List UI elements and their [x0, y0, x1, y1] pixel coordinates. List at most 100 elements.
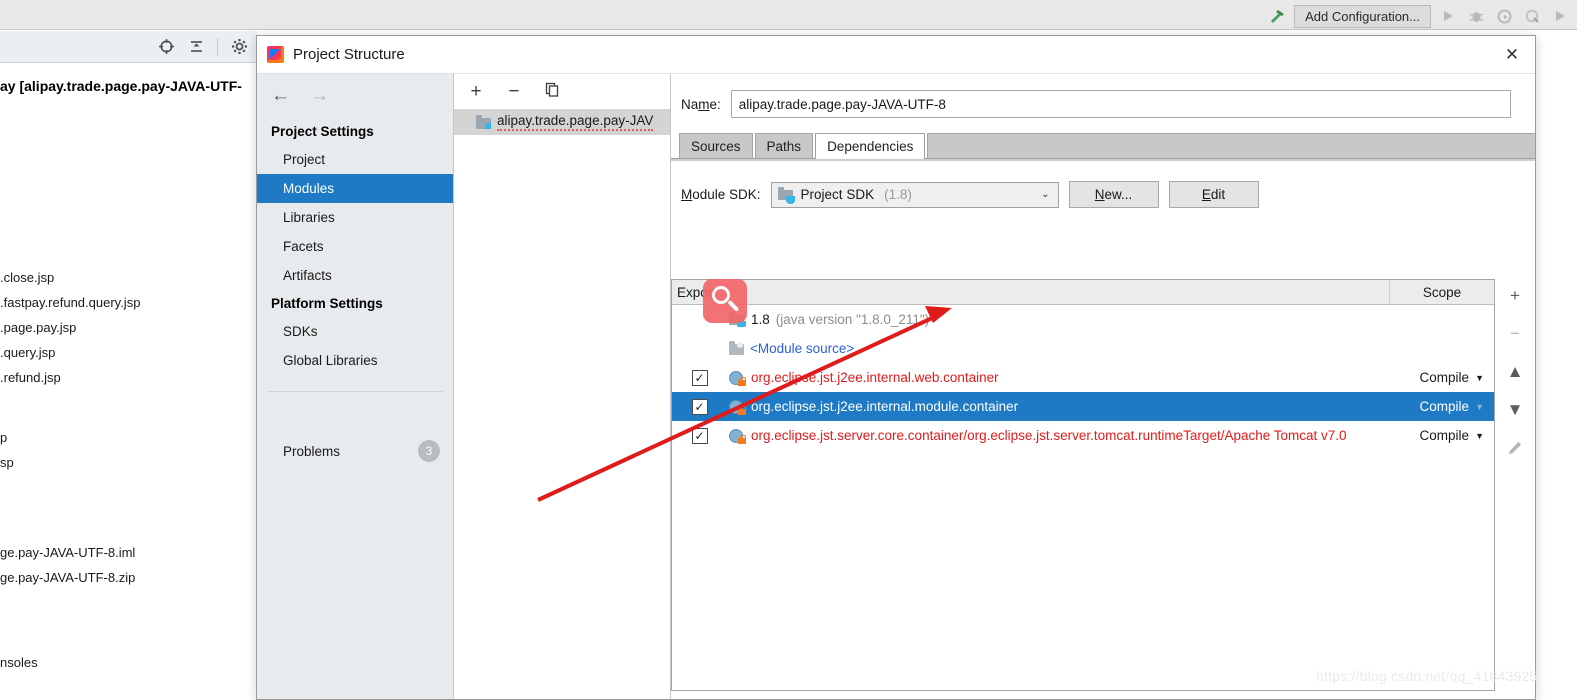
- magnifier-handle: [727, 299, 740, 312]
- table-row[interactable]: ✓ org.eclipse.jst.server.core.container/…: [672, 421, 1494, 450]
- dependency-name-cell: org.eclipse.jst.j2ee.internal.module.con…: [727, 399, 1390, 415]
- scope-cell[interactable]: Compile ▼: [1390, 399, 1494, 414]
- dependencies-table-header: Export Scope: [672, 280, 1494, 305]
- table-row[interactable]: 1.8 (java version "1.8.0_211"): [672, 305, 1494, 334]
- add-configuration-button[interactable]: Add Configuration...: [1294, 4, 1431, 28]
- chevron-down-icon: ▼: [1475, 430, 1484, 441]
- ide-top-toolbar: Add Configuration...: [0, 0, 1577, 30]
- scope-cell[interactable]: Compile ▼: [1390, 370, 1494, 385]
- tab-dependencies[interactable]: Dependencies: [815, 133, 926, 159]
- locate-target-icon[interactable]: [157, 38, 175, 56]
- profile-icon[interactable]: [1521, 5, 1543, 27]
- hammer-icon[interactable]: [1266, 5, 1288, 27]
- sidebar-item-sdks[interactable]: SDKs: [257, 317, 453, 346]
- table-row[interactable]: <Module source>: [672, 334, 1494, 363]
- table-row[interactable]: ✓ org.eclipse.jst.j2ee.internal.web.cont…: [672, 363, 1494, 392]
- list-item[interactable]: .page.pay.jsp: [0, 315, 258, 340]
- export-checkbox[interactable]: ✓: [691, 369, 708, 386]
- dialog-titlebar: Project Structure ✕: [257, 36, 1535, 74]
- library-locked-icon: [729, 370, 746, 386]
- dependency-name: 1.8: [751, 312, 770, 327]
- list-item[interactable]: .refund.jsp: [0, 365, 258, 390]
- arrow-right-icon[interactable]: →: [310, 85, 329, 107]
- sidebar-item-facets[interactable]: Facets: [257, 232, 453, 261]
- dependencies-side-toolbar: + − ▲ ▼: [1495, 279, 1535, 691]
- module-name-row: Name:: [671, 74, 1535, 118]
- run-with-coverage-icon[interactable]: [1493, 5, 1515, 27]
- edit-dependency-button[interactable]: [1504, 437, 1526, 459]
- sidebar-divider: [267, 391, 443, 392]
- module-tree-item-label: alipay.trade.page.pay-JAV: [497, 113, 654, 131]
- tab-sources[interactable]: Sources: [679, 133, 753, 158]
- settings-sidebar: ← → Project Settings Project Modules Lib…: [257, 74, 454, 699]
- list-item[interactable]: nsoles: [0, 650, 258, 675]
- sidebar-item-modules[interactable]: Modules: [257, 174, 453, 203]
- module-sdk-row: Module SDK: Project SDK (1.8) ⌄ New... E…: [671, 159, 1535, 208]
- collapse-all-icon[interactable]: [187, 38, 205, 56]
- list-item[interactable]: ge.pay-JAVA-UTF-8.iml: [0, 540, 258, 565]
- sidebar-item-problems[interactable]: Problems 3: [257, 437, 454, 466]
- list-item[interactable]: sp: [0, 450, 258, 475]
- watermark-text: https://blog.csdn.net/qq_41843925: [1316, 668, 1538, 684]
- module-sdk-label: Module SDK:: [681, 187, 761, 202]
- tab-paths[interactable]: Paths: [754, 133, 814, 158]
- add-dependency-button[interactable]: +: [1504, 285, 1526, 307]
- scope-value: Compile: [1419, 428, 1470, 443]
- module-tree-item[interactable]: alipay.trade.page.pay-JAV: [454, 109, 670, 135]
- list-item[interactable]: ge.pay-JAVA-UTF-8.zip: [0, 565, 258, 590]
- new-sdk-button[interactable]: New...: [1068, 181, 1159, 208]
- dependency-name: org.eclipse.jst.j2ee.internal.module.con…: [751, 399, 1019, 414]
- gear-icon[interactable]: [230, 38, 248, 56]
- sidebar-item-artifacts[interactable]: Artifacts: [257, 261, 453, 290]
- dependency-name: org.eclipse.jst.j2ee.internal.web.contai…: [751, 370, 999, 385]
- run-secondary-icon[interactable]: [1549, 5, 1571, 27]
- module-name-input[interactable]: [730, 90, 1511, 118]
- sidebar-item-project[interactable]: Project: [257, 145, 453, 174]
- run-icon[interactable]: [1437, 5, 1459, 27]
- dependencies-table-wrap: Export Scope 1.8 (java version "1.8.0_21: [671, 279, 1535, 691]
- dependency-name: org.eclipse.jst.server.core.container/or…: [751, 428, 1347, 443]
- modules-toolbar: + −: [454, 74, 670, 109]
- debug-icon[interactable]: [1465, 5, 1487, 27]
- sidebar-item-libraries[interactable]: Libraries: [257, 203, 453, 232]
- dependency-name: <Module source>: [750, 341, 855, 356]
- remove-dependency-button[interactable]: −: [1504, 323, 1526, 345]
- add-module-icon[interactable]: +: [466, 81, 486, 103]
- copy-module-icon[interactable]: [542, 82, 562, 101]
- screen-root: Add Configuration... ay [alipay.trade.pa…: [0, 0, 1577, 700]
- dependencies-rows: 1.8 (java version "1.8.0_211") <Module s…: [672, 305, 1494, 690]
- module-name-label: Name:: [681, 96, 721, 112]
- tab-strip-filler: [927, 133, 1535, 158]
- problems-count-badge: 3: [418, 440, 440, 462]
- scope-cell[interactable]: Compile ▼: [1390, 428, 1494, 443]
- module-folder-icon: [476, 114, 491, 129]
- list-item[interactable]: p: [0, 425, 258, 450]
- edit-sdk-button[interactable]: Edit: [1168, 181, 1259, 208]
- sidebar-item-label: Problems: [283, 444, 341, 459]
- module-source-icon: [729, 341, 744, 355]
- module-sdk-select[interactable]: Project SDK (1.8) ⌄: [770, 181, 1059, 208]
- table-row[interactable]: ✓ org.eclipse.jst.j2ee.internal.module.c…: [672, 392, 1494, 421]
- remove-module-icon[interactable]: −: [504, 81, 524, 103]
- list-item[interactable]: .close.jsp: [0, 265, 258, 290]
- dependency-name-suffix: (java version "1.8.0_211"): [775, 312, 930, 327]
- dependency-name-cell: 1.8 (java version "1.8.0_211"): [727, 312, 1390, 327]
- export-checkbox[interactable]: ✓: [691, 398, 708, 415]
- chevron-down-icon: ▼: [1475, 372, 1484, 383]
- sidebar-item-global-libraries[interactable]: Global Libraries: [257, 346, 453, 375]
- arrow-left-icon[interactable]: ←: [271, 85, 290, 107]
- project-file-list-4: nsoles: [0, 650, 258, 675]
- sidebar-nav: ← →: [257, 74, 453, 118]
- dialog-title: Project Structure: [293, 46, 405, 63]
- list-item[interactable]: .fastpay.refund.query.jsp: [0, 290, 258, 315]
- move-up-button[interactable]: ▲: [1504, 361, 1526, 383]
- library-locked-icon: [729, 428, 746, 444]
- export-checkbox[interactable]: ✓: [691, 427, 708, 444]
- dependencies-table: Export Scope 1.8 (java version "1.8.0_21: [671, 279, 1495, 691]
- list-item[interactable]: .query.jsp: [0, 340, 258, 365]
- intellij-idea-icon: [267, 46, 284, 63]
- column-header-scope: Scope: [1422, 284, 1462, 300]
- library-locked-icon: [729, 399, 746, 415]
- move-down-button[interactable]: ▼: [1504, 399, 1526, 421]
- close-icon[interactable]: ✕: [1489, 36, 1535, 74]
